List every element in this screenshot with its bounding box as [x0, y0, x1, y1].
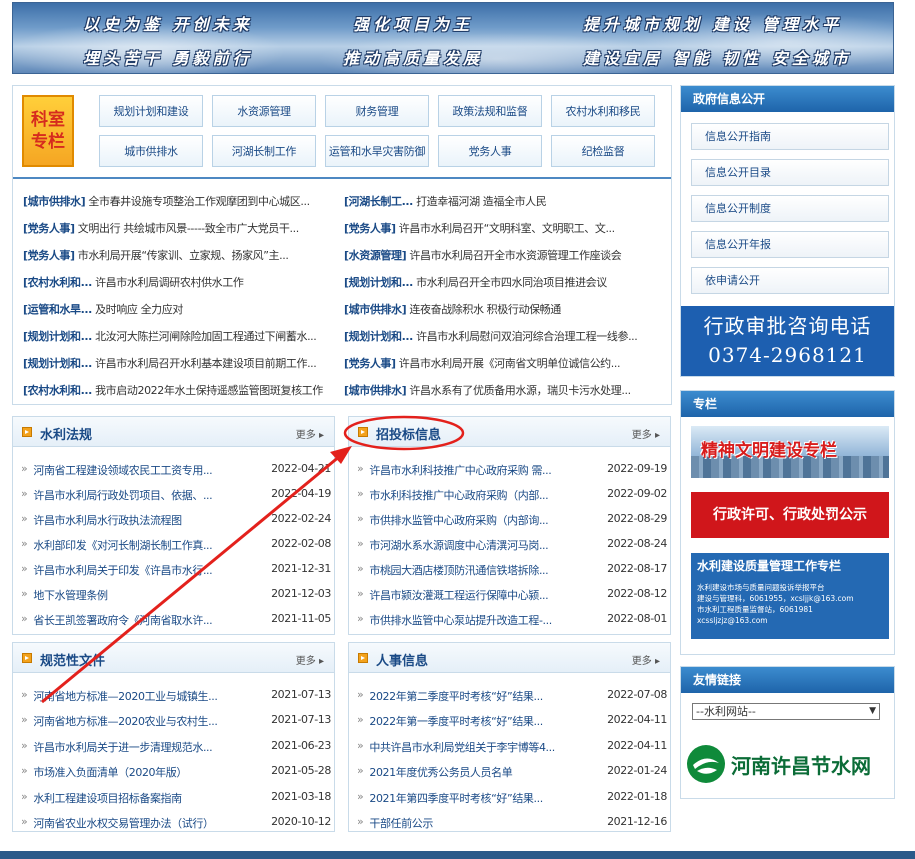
- highlight-circle: [343, 415, 465, 451]
- footer-bar: [0, 851, 915, 859]
- annotation-arrow: [41, 454, 341, 704]
- red-annotation: [41, 415, 465, 704]
